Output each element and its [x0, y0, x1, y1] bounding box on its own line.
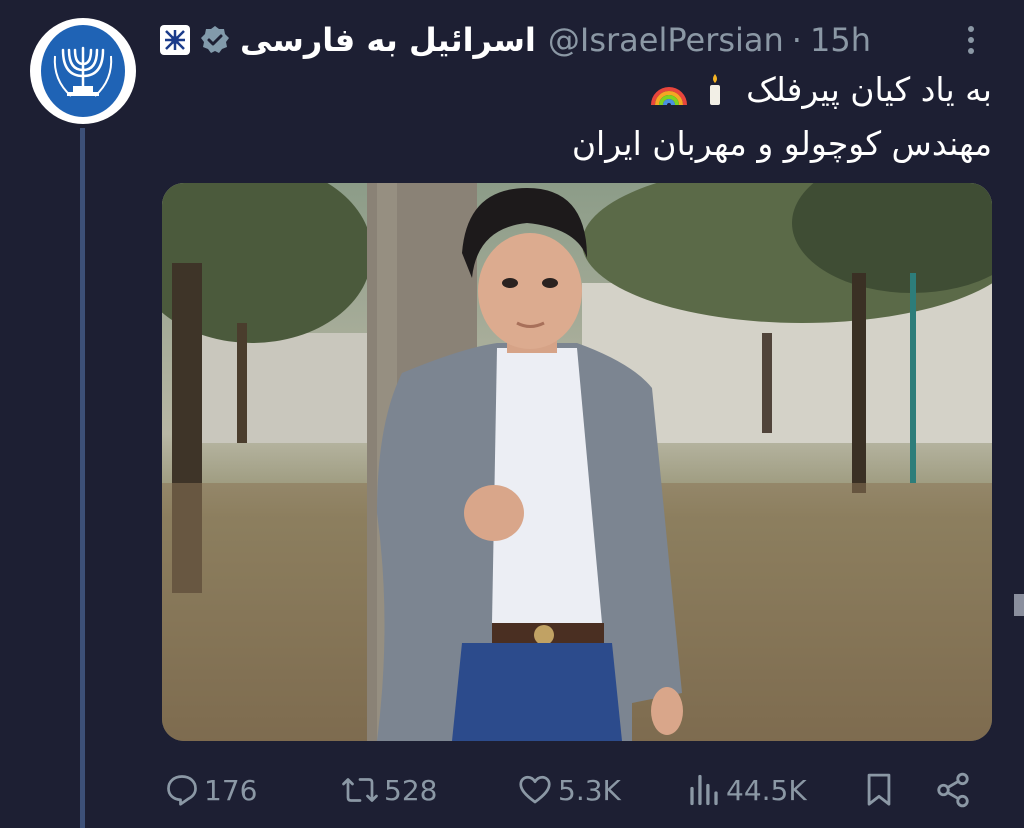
- retweet-icon: [342, 778, 378, 802]
- heart-icon: [519, 775, 551, 804]
- tweet-text-line-1: به یاد کیان پیرفلک: [649, 70, 992, 115]
- tweet-actions: 176 528 5.3K 44.5K: [160, 764, 990, 816]
- reply-count: 176: [204, 773, 258, 807]
- emblem-icon: [41, 25, 125, 117]
- timestamp[interactable]: 15h: [810, 21, 871, 59]
- views-button[interactable]: 44.5K: [686, 764, 807, 816]
- tweet-header: اسرائیل به فارسی @IsraelPersian · 15h: [160, 16, 940, 64]
- retweet-count: 528: [384, 773, 438, 807]
- bookmark-icon: [867, 773, 891, 806]
- retweet-button[interactable]: 528: [340, 764, 437, 816]
- tweet-photo[interactable]: [162, 183, 992, 741]
- like-button[interactable]: 5.3K: [516, 764, 621, 816]
- candle-emoji: [708, 73, 722, 105]
- tweet-text-line-2: مهندس کوچولو و مهربان ایران: [571, 124, 992, 163]
- reply-button[interactable]: 176: [164, 764, 257, 816]
- user-handle[interactable]: @IsraelPersian: [548, 21, 784, 59]
- more-options-icon[interactable]: [956, 20, 986, 60]
- thread-line: [80, 128, 85, 828]
- share-button[interactable]: [934, 764, 976, 816]
- verified-badge-icon[interactable]: [200, 25, 230, 55]
- separator-dot: ·: [791, 21, 802, 59]
- like-count: 5.3K: [558, 773, 621, 807]
- avatar[interactable]: [30, 18, 136, 124]
- reply-icon: [167, 775, 197, 806]
- view-count: 44.5K: [726, 773, 807, 807]
- scrollbar-thumb[interactable]: [1014, 594, 1024, 616]
- views-chart-icon: [690, 774, 718, 806]
- rainbow-emoji: [649, 71, 689, 115]
- share-icon: [937, 772, 969, 808]
- bookmark-button[interactable]: [862, 764, 900, 816]
- iran-flag-icon: [160, 25, 190, 55]
- tweet-text-1: به یاد کیان پیرفلک: [746, 70, 992, 109]
- display-name[interactable]: اسرائیل به فارسی: [240, 21, 536, 59]
